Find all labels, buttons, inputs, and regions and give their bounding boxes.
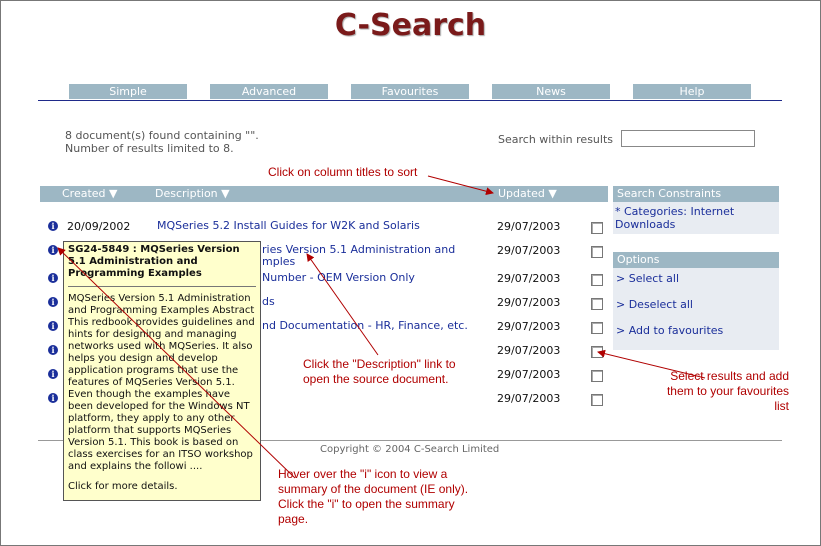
arrow-info-icon	[57, 247, 296, 479]
arrow-description	[306, 253, 379, 356]
arrow-sort	[427, 175, 494, 196]
arrow-favourites	[597, 349, 706, 379]
annotation-arrows	[57, 175, 706, 479]
